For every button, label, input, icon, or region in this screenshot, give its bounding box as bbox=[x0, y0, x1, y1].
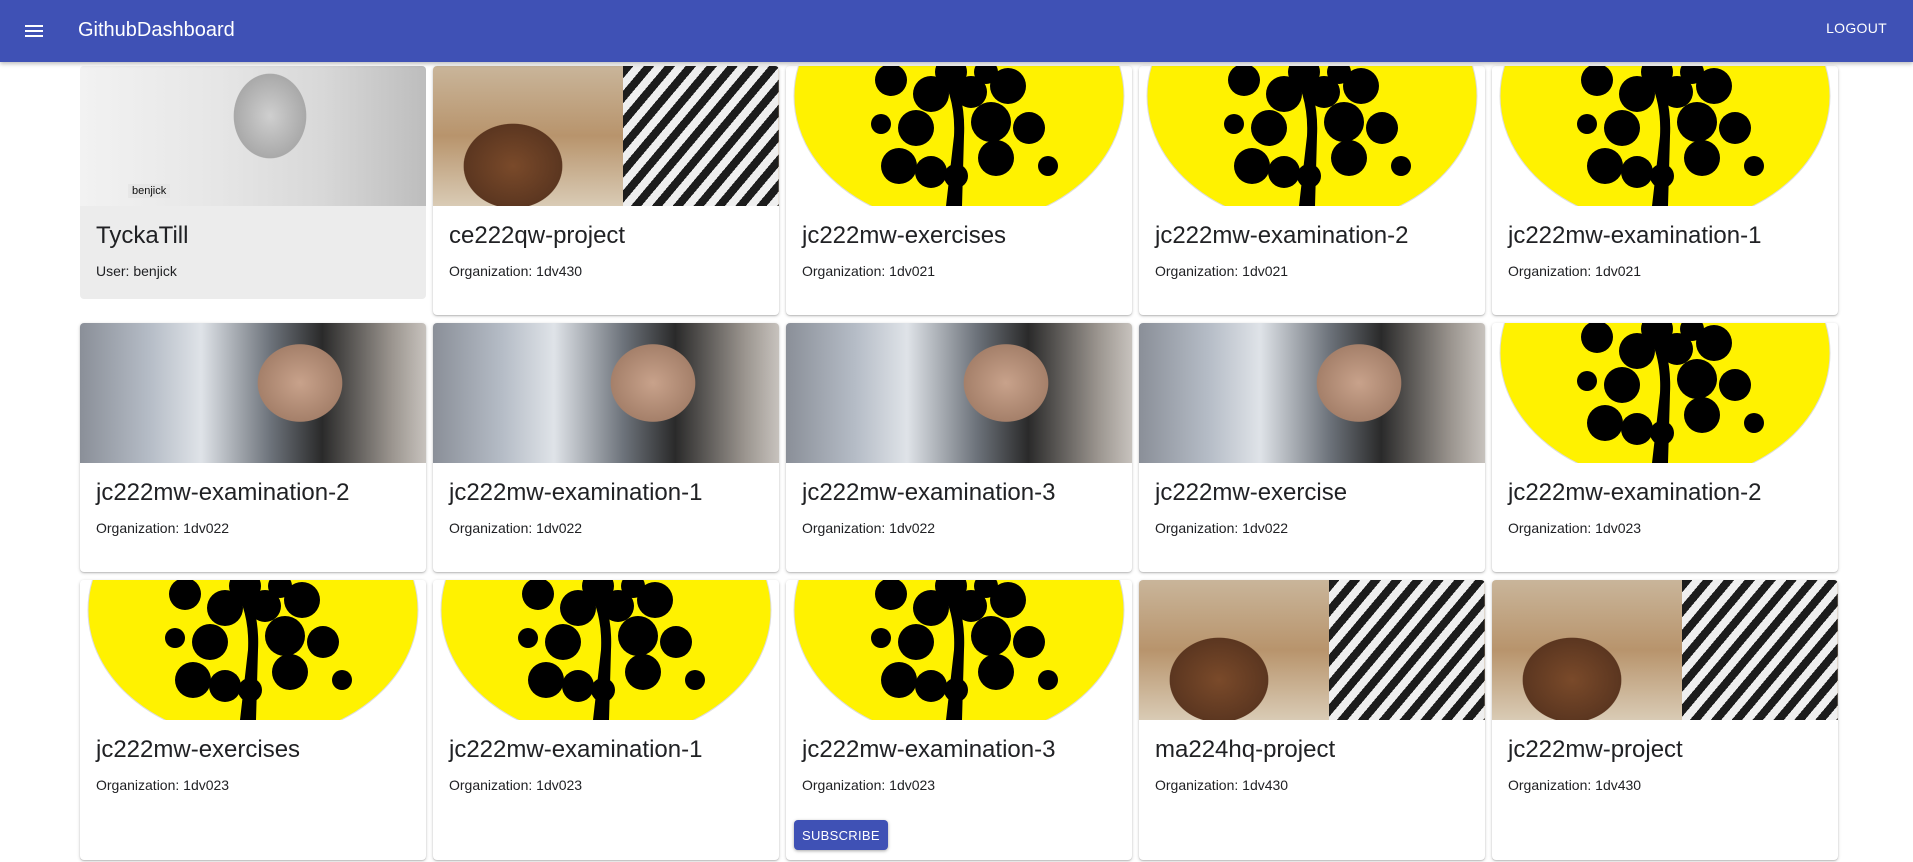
repo-organization: Organization: 1dv021 bbox=[1155, 263, 1289, 279]
repo-title: jc222mw-exercises bbox=[802, 222, 1007, 249]
repo-card[interactable]: jc222mw-examination-3 Organization: 1dv02… bbox=[786, 323, 1132, 572]
repo-title: jc222mw-examination-2 bbox=[1155, 222, 1409, 249]
repo-organization: Organization: 1dv022 bbox=[449, 520, 583, 536]
repo-organization: Organization: 1dv430 bbox=[1155, 777, 1289, 793]
repo-card[interactable]: ce222qw-project Organization: 1dv430 bbox=[433, 66, 779, 315]
app-bar: GithubDashboard LOGOUT bbox=[0, 0, 1913, 62]
repo-title: jc222mw-exercise bbox=[1155, 479, 1348, 506]
org-logo-image bbox=[80, 580, 426, 720]
org-photo-thinker bbox=[1139, 323, 1485, 463]
org-logo-image bbox=[1492, 66, 1838, 206]
repo-title: jc222mw-examination-1 bbox=[449, 479, 703, 506]
repo-title: jc222mw-examination-1 bbox=[1508, 222, 1762, 249]
repo-organization: Organization: 1dv022 bbox=[96, 520, 230, 536]
repo-organization: Organization: 1dv021 bbox=[802, 263, 936, 279]
repo-title: ce222qw-project bbox=[449, 222, 626, 249]
repo-card[interactable]: jc222mw-examination-2 Organization: 1dv02… bbox=[1492, 323, 1838, 572]
logout-button[interactable]: LOGOUT bbox=[1826, 20, 1887, 36]
org-photo-desk bbox=[433, 66, 779, 206]
org-logo-image bbox=[1492, 323, 1838, 463]
repo-organization: Organization: 1dv430 bbox=[449, 263, 583, 279]
repo-card[interactable]: jc222mw-examination-1 Organization: 1dv02… bbox=[433, 580, 779, 860]
repo-title: jc222mw-examination-1 bbox=[449, 736, 703, 763]
repo-organization: Organization: 1dv023 bbox=[802, 777, 936, 793]
repo-card[interactable]: jc222mw-project Organization: 1dv430 bbox=[1492, 580, 1838, 860]
repo-title: ma224hq-project bbox=[1155, 736, 1336, 763]
org-photo-thinker bbox=[80, 323, 426, 463]
repo-title: jc222mw-examination-2 bbox=[1508, 479, 1762, 506]
org-photo-desk bbox=[1139, 580, 1485, 720]
app-title: GithubDashboard bbox=[78, 19, 235, 41]
repo-organization: Organization: 1dv023 bbox=[96, 777, 230, 793]
repo-organization: Organization: 1dv021 bbox=[1508, 263, 1642, 279]
repo-organization: Organization: 1dv022 bbox=[802, 520, 936, 536]
user-card-title: TyckaTill bbox=[96, 222, 189, 249]
tree-logo-icon bbox=[1499, 66, 1831, 206]
user-card[interactable]: benjick TyckaTill User: benjick bbox=[80, 66, 426, 299]
repo-card[interactable]: jc222mw-examination-1 Organization: 1dv02… bbox=[1492, 66, 1838, 315]
org-logo-image bbox=[433, 580, 779, 720]
repo-title: jc222mw-examination-3 bbox=[802, 479, 1056, 506]
user-card-subtitle: User: benjick bbox=[96, 263, 177, 279]
tree-logo-icon bbox=[1499, 323, 1831, 463]
repo-card[interactable]: jc222mw-exercise Organization: 1dv022 bbox=[1139, 323, 1485, 572]
user-avatar-photo: benjick bbox=[80, 66, 426, 206]
repo-card[interactable]: jc222mw-examination-3 Organization: 1dv02… bbox=[786, 580, 1132, 860]
menu-button[interactable] bbox=[16, 13, 52, 49]
repo-organization: Organization: 1dv023 bbox=[1508, 520, 1642, 536]
repo-card[interactable]: ma224hq-project Organization: 1dv430 bbox=[1139, 580, 1485, 860]
repo-title: jc222mw-examination-3 bbox=[802, 736, 1056, 763]
tree-logo-icon bbox=[793, 580, 1125, 720]
org-photo-thinker bbox=[433, 323, 779, 463]
repo-organization: Organization: 1dv430 bbox=[1508, 777, 1642, 793]
repo-title: jc222mw-project bbox=[1508, 736, 1683, 763]
repo-card[interactable]: jc222mw-examination-2 Organization: 1dv02… bbox=[1139, 66, 1485, 315]
repo-card[interactable]: jc222mw-examination-2 Organization: 1dv02… bbox=[80, 323, 426, 572]
repo-title: jc222mw-exercises bbox=[96, 736, 301, 763]
repo-organization: Organization: 1dv023 bbox=[449, 777, 583, 793]
tree-logo-icon bbox=[1146, 66, 1478, 206]
org-logo-image bbox=[786, 66, 1132, 206]
subscribe-button[interactable]: SUBSCRIBE bbox=[794, 820, 888, 850]
menu-icon bbox=[25, 25, 43, 37]
tree-logo-icon bbox=[440, 580, 772, 720]
repo-organization: Organization: 1dv022 bbox=[1155, 520, 1289, 536]
repo-card[interactable]: jc222mw-examination-1 Organization: 1dv02… bbox=[433, 323, 779, 572]
repo-card[interactable]: jc222mw-exercises Organization: 1dv021 bbox=[786, 66, 1132, 315]
org-logo-image bbox=[786, 580, 1132, 720]
repo-title: jc222mw-examination-2 bbox=[96, 479, 350, 506]
org-logo-image bbox=[1139, 66, 1485, 206]
org-photo-desk bbox=[1492, 580, 1838, 720]
tree-logo-icon bbox=[87, 580, 419, 720]
user-photo-label: benjick bbox=[128, 184, 171, 198]
tree-logo-icon bbox=[793, 66, 1125, 206]
card-grid: benjick TyckaTill User: benjick ce222qw-… bbox=[80, 66, 1838, 860]
org-photo-thinker bbox=[786, 323, 1132, 463]
repo-card[interactable]: jc222mw-exercises Organization: 1dv023 bbox=[80, 580, 426, 860]
